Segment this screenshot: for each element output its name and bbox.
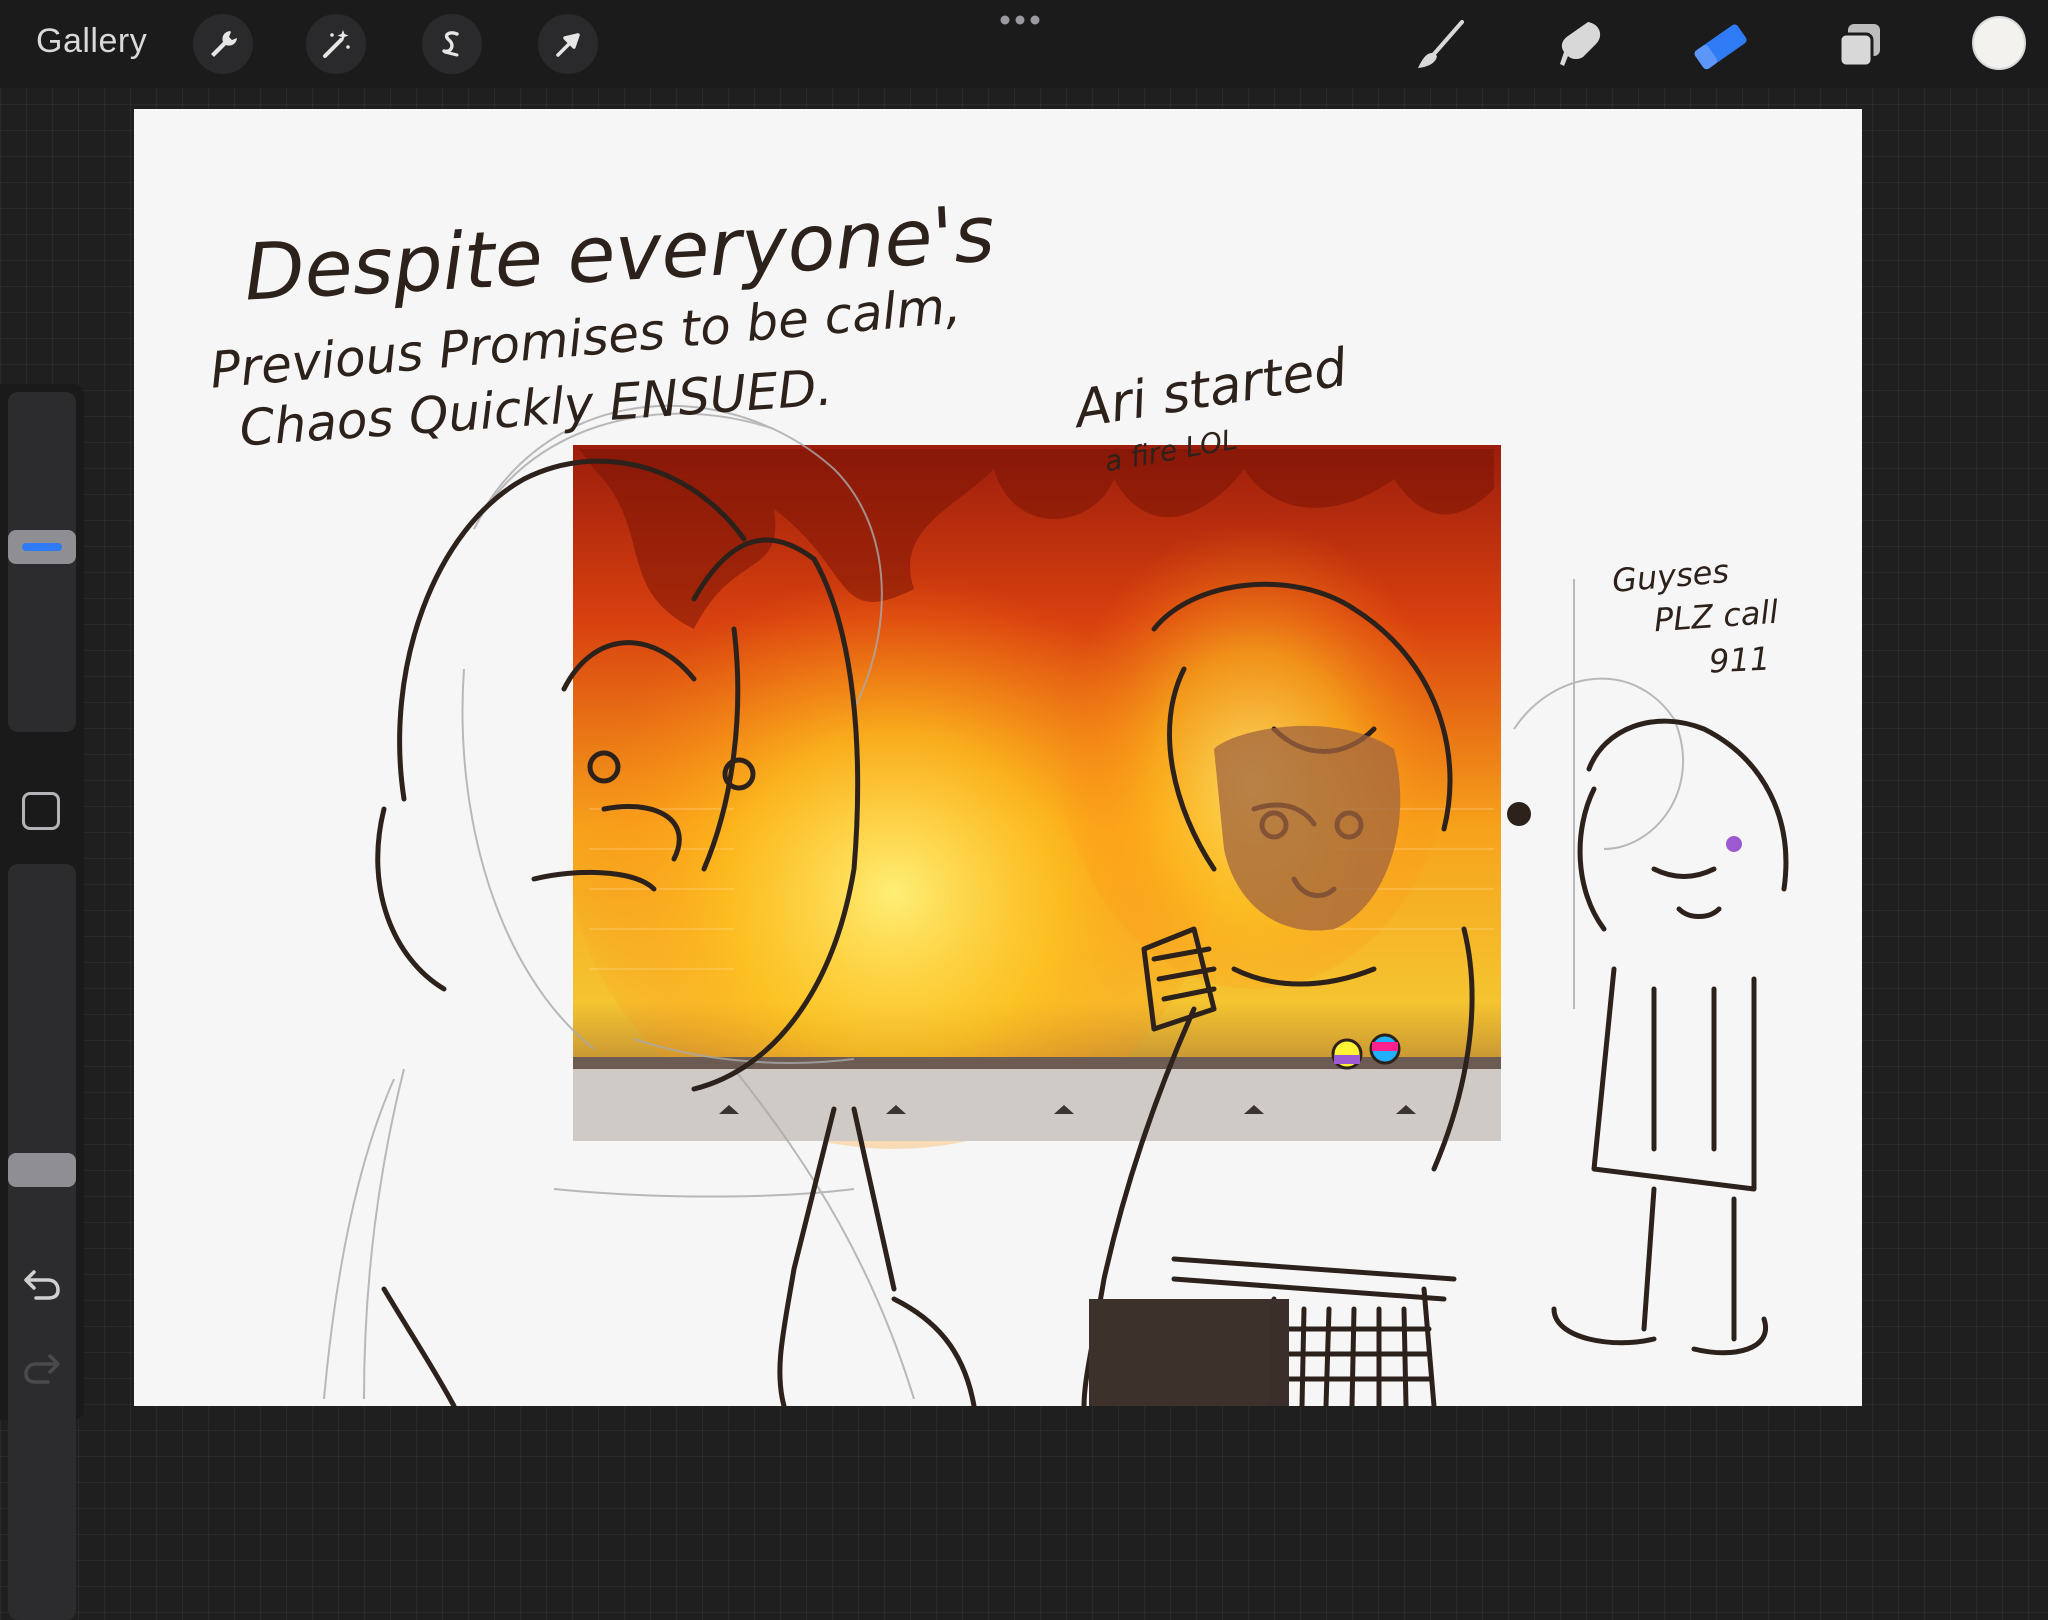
brush-icon: [1418, 20, 1464, 68]
opacity-slider[interactable]: [8, 864, 76, 1620]
modify-button[interactable]: [22, 792, 60, 830]
move-arrow-icon: [556, 33, 580, 57]
left-sidebar: [0, 384, 84, 1620]
smudge-icon: [1560, 22, 1601, 66]
undo-button[interactable]: [18, 1260, 66, 1308]
gallery-button[interactable]: Gallery: [36, 22, 147, 61]
character-pants-dark: [1089, 1299, 1269, 1406]
layers-button[interactable]: [1828, 14, 1892, 78]
ink-blot: [1507, 802, 1531, 826]
color-picker-button[interactable]: [1972, 16, 2026, 70]
adjustments-button[interactable]: [306, 14, 366, 74]
eraser-icon: [1694, 24, 1747, 70]
redo-button[interactable]: [18, 1344, 66, 1392]
undo-icon: [24, 1270, 60, 1300]
drawing-canvas[interactable]: Despite everyone's Previous Promises to …: [134, 109, 1862, 1406]
brush-size-thumb[interactable]: [8, 529, 76, 564]
more-options-icon[interactable]: [995, 8, 1045, 37]
transform-button[interactable]: [538, 14, 598, 74]
wrench-icon: [211, 31, 237, 57]
selection-icon: [442, 31, 459, 57]
note-right-line-3: 911: [1708, 639, 1772, 681]
smudge-button[interactable]: [1548, 14, 1612, 78]
selection-button[interactable]: [422, 14, 482, 74]
layers-icon: [1838, 24, 1880, 68]
brush-size-indicator: [22, 542, 62, 551]
opacity-thumb[interactable]: [8, 1152, 76, 1187]
hair-clip: [1726, 836, 1742, 852]
magic-wand-icon: [323, 30, 350, 58]
paint-brush-button[interactable]: [1408, 14, 1472, 78]
redo-icon: [24, 1354, 60, 1384]
actions-button[interactable]: [193, 14, 253, 74]
top-toolbar: Gallery: [0, 0, 2048, 88]
eraser-button[interactable]: [1688, 14, 1752, 78]
